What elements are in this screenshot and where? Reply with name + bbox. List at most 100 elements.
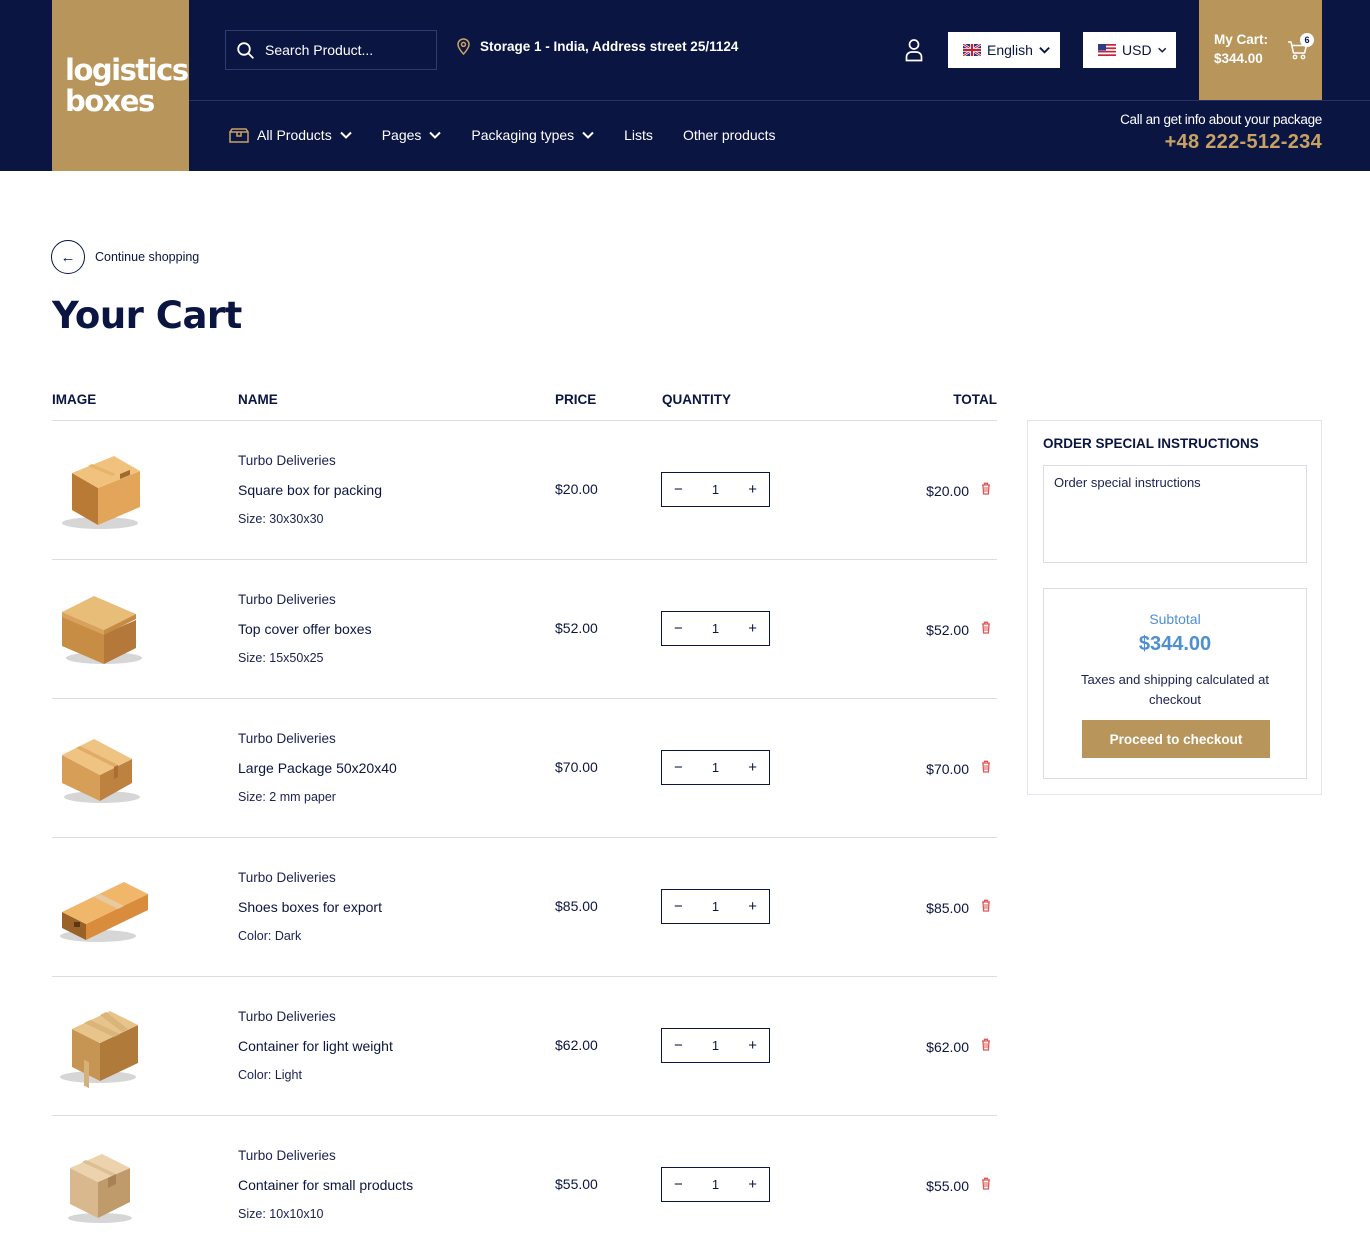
product-price: $52.00 — [555, 620, 598, 636]
mini-cart-button[interactable]: My Cart: $344.00 6 — [1199, 0, 1322, 100]
trash-icon[interactable] — [981, 621, 991, 634]
quantity-increase-button[interactable]: + — [748, 759, 757, 776]
contact-text: Call an get info about your package — [1120, 112, 1322, 127]
quantity-increase-button[interactable]: + — [748, 1037, 757, 1054]
column-header-image: IMAGE — [52, 392, 97, 407]
quantity-decrease-button[interactable]: − — [674, 481, 683, 498]
product-attribute: Color: Light — [238, 1068, 302, 1082]
location-text: Storage 1 - India, Address street 25/112… — [480, 39, 739, 54]
product-name[interactable]: Large Package 50x20x40 — [238, 760, 397, 776]
product-name[interactable]: Container for small products — [238, 1177, 413, 1193]
cart-row: Turbo Deliveries Container for small pro… — [52, 1116, 997, 1240]
subtotal-value: $344.00 — [1138, 633, 1212, 655]
chevron-down-icon — [429, 131, 442, 139]
product-attribute: Size: 15x50x25 — [238, 651, 324, 665]
quantity-decrease-button[interactable]: − — [674, 1176, 683, 1193]
quantity-value[interactable]: 1 — [712, 1177, 719, 1192]
checkout-label: Proceed to checkout — [1109, 731, 1243, 747]
quantity-stepper: − 1 + — [661, 1028, 770, 1063]
quantity-increase-button[interactable]: + — [748, 898, 757, 915]
quantity-stepper: − 1 + — [661, 889, 770, 924]
column-header-name: NAME — [238, 392, 278, 407]
product-price: $55.00 — [555, 1176, 598, 1192]
attribute-value: 30x30x30 — [269, 512, 324, 526]
search-icon — [237, 41, 254, 59]
checkout-button[interactable]: Proceed to checkout — [1082, 720, 1270, 758]
quantity-decrease-button[interactable]: − — [674, 898, 683, 915]
product-name[interactable]: Top cover offer boxes — [238, 621, 372, 637]
quantity-value[interactable]: 1 — [712, 760, 719, 775]
trash-icon[interactable] — [981, 899, 991, 912]
nav-label: Other products — [682, 127, 776, 143]
user-icon[interactable] — [904, 38, 924, 62]
trash-icon[interactable] — [981, 1038, 991, 1051]
quantity-increase-button[interactable]: + — [748, 481, 757, 498]
cardboard-box-image[interactable] — [58, 1138, 148, 1228]
store-location[interactable]: Storage 1 - India, Address street 25/112… — [457, 38, 738, 55]
nav-item-other-products[interactable]: Other products — [683, 127, 776, 143]
trash-icon[interactable] — [981, 760, 991, 773]
special-instructions-textarea[interactable]: Order special instructions — [1043, 465, 1307, 563]
attribute-value: 2 mm paper — [269, 790, 336, 804]
page-title: Your Cart — [52, 294, 242, 337]
nav-label: Pages — [381, 127, 422, 143]
location-pin-icon — [457, 38, 470, 55]
trash-icon[interactable] — [981, 1177, 991, 1190]
quantity-value[interactable]: 1 — [712, 1038, 719, 1053]
search-input[interactable]: Search Product... — [225, 30, 437, 70]
quantity-value[interactable]: 1 — [712, 482, 719, 497]
us-flag-icon — [1098, 44, 1116, 56]
tax-note: Taxes and shipping calculated at checkou… — [1081, 672, 1269, 707]
chevron-down-icon — [1157, 47, 1166, 53]
cardboard-box-image[interactable] — [58, 582, 148, 672]
cardboard-box-image[interactable] — [58, 721, 148, 811]
product-name[interactable]: Square box for packing — [238, 482, 382, 498]
logo[interactable]: logistics boxes — [52, 0, 189, 171]
product-vendor: Turbo Deliveries — [238, 453, 336, 468]
quantity-stepper: − 1 + — [661, 472, 770, 507]
cart-row: Turbo Deliveries Large Package 50x20x40 … — [52, 699, 997, 838]
subtotal-label: Subtotal — [1149, 611, 1201, 627]
language-value: English — [987, 42, 1033, 58]
cart-row: Turbo Deliveries Container for light wei… — [52, 977, 997, 1116]
attribute-label: Size: — [238, 790, 266, 804]
contact-phone[interactable]: +48 222-512-234 — [1120, 131, 1322, 154]
quantity-stepper: − 1 + — [661, 1167, 770, 1202]
quantity-value[interactable]: 1 — [712, 621, 719, 636]
column-header-quantity: QUANTITY — [662, 392, 731, 407]
product-name[interactable]: Container for light weight — [238, 1038, 393, 1054]
trash-icon[interactable] — [981, 482, 991, 495]
product-attribute: Size: 30x30x30 — [238, 512, 324, 526]
quantity-increase-button[interactable]: + — [748, 1176, 757, 1193]
nav-item-packaging-types[interactable]: Packaging types — [471, 127, 594, 143]
quantity-value[interactable]: 1 — [712, 899, 719, 914]
box-icon — [229, 127, 249, 143]
continue-shopping-link[interactable]: ← Continue shopping — [51, 240, 199, 274]
language-select[interactable]: English — [948, 32, 1060, 68]
subtotal-box: Subtotal $344.00 Taxes and shipping calc… — [1043, 588, 1307, 779]
product-price: $70.00 — [555, 759, 598, 775]
currency-select[interactable]: USD — [1083, 32, 1176, 68]
attribute-label: Size: — [238, 651, 266, 665]
nav-item-lists[interactable]: Lists — [624, 127, 653, 143]
nav-item-pages[interactable]: Pages — [382, 127, 442, 143]
contact-info: Call an get info about your package +48 … — [1120, 112, 1322, 154]
attribute-label: Color: — [238, 929, 272, 943]
uk-flag-icon — [963, 44, 981, 56]
product-name[interactable]: Shoes boxes for export — [238, 899, 382, 915]
chevron-down-icon — [1039, 47, 1050, 54]
nav-item-all-products[interactable]: All Products — [229, 127, 352, 143]
cardboard-box-image[interactable] — [58, 443, 148, 533]
attribute-value: 10x10x10 — [269, 1207, 324, 1221]
product-price: $20.00 — [555, 481, 598, 497]
product-price: $62.00 — [555, 1037, 598, 1053]
cardboard-box-image[interactable] — [58, 860, 148, 950]
arrow-left-icon: ← — [51, 240, 85, 274]
header-divider — [189, 100, 1370, 101]
quantity-decrease-button[interactable]: − — [674, 620, 683, 637]
continue-shopping-label: Continue shopping — [95, 250, 200, 264]
quantity-increase-button[interactable]: + — [748, 620, 757, 637]
quantity-decrease-button[interactable]: − — [674, 759, 683, 776]
quantity-decrease-button[interactable]: − — [674, 1037, 683, 1054]
cardboard-box-image[interactable] — [58, 999, 148, 1089]
